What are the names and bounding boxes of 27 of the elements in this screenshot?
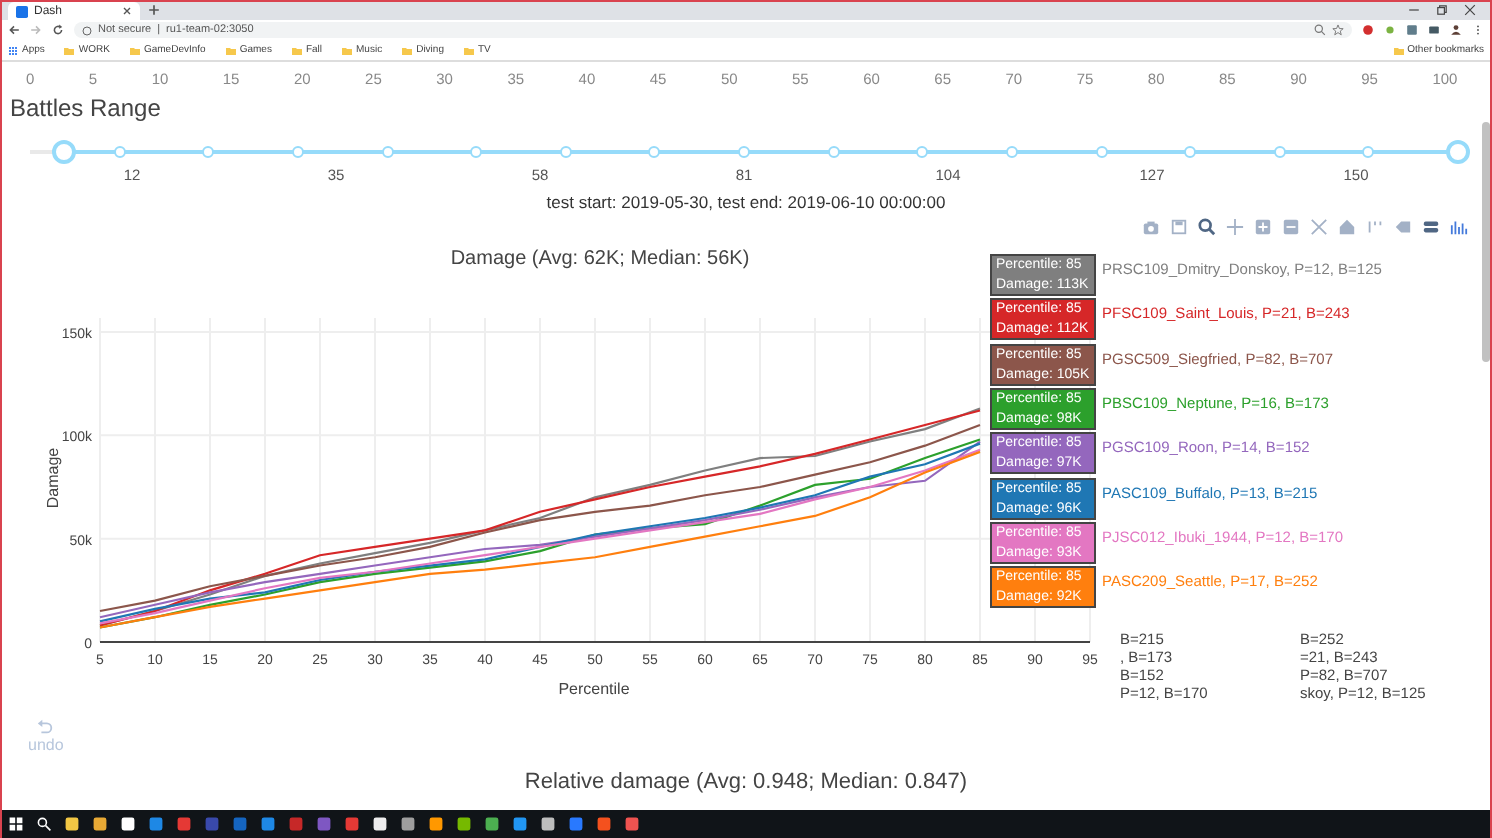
start-icon[interactable] xyxy=(8,816,24,832)
slider-handle[interactable] xyxy=(1446,140,1470,164)
slider-handle[interactable] xyxy=(52,140,77,164)
search-icon[interactable] xyxy=(36,816,52,832)
zoom-icon[interactable] xyxy=(1198,218,1216,236)
close-icon[interactable] xyxy=(122,6,132,16)
profile-icon[interactable] xyxy=(1450,24,1462,36)
chart-title: Damage (Avg: 62K; Median: 56K) xyxy=(450,248,750,270)
x-axis-title: Percentile xyxy=(558,680,630,698)
tab-icon xyxy=(16,5,28,17)
plus-icon[interactable] xyxy=(148,4,160,16)
zoom-icon[interactable] xyxy=(1314,24,1326,36)
chart-title: Relative damage (Avg: 0.948; Median: 0.847) xyxy=(522,770,970,794)
star-icon[interactable] xyxy=(1332,24,1344,36)
close-icon[interactable] xyxy=(1464,4,1476,16)
section-title: Battles Range xyxy=(8,92,163,122)
scrollbar[interactable] xyxy=(1482,122,1490,362)
test-period-text: test start: 2019-05-30, test end: 2019-06-10 00:00:00 xyxy=(544,192,948,212)
minimize-icon[interactable] xyxy=(1408,4,1420,16)
restore-icon[interactable] xyxy=(1436,4,1448,16)
info-icon[interactable] xyxy=(82,25,92,35)
apps-icon[interactable] xyxy=(8,45,18,55)
bar-chart-icon[interactable] xyxy=(1450,218,1468,236)
compare-icon[interactable] xyxy=(1422,218,1440,236)
y-axis-title: Damage xyxy=(44,447,62,509)
back-icon[interactable] xyxy=(8,24,20,36)
reload-icon[interactable] xyxy=(52,24,64,36)
